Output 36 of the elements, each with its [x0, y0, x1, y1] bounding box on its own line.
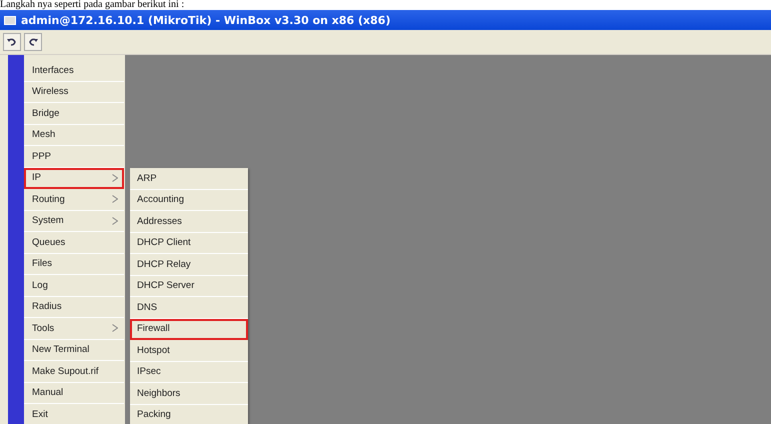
menu-item[interactable]: Exit — [24, 404, 124, 424]
menu-item[interactable]: Make Supout.rif — [24, 361, 124, 382]
submenu-item[interactable]: Packing — [130, 404, 248, 424]
menu-item[interactable]: Manual — [24, 382, 124, 404]
menu-item[interactable]: PPP — [24, 146, 124, 168]
menu-item[interactable]: Log — [24, 275, 124, 296]
window-title: admin@172.16.10.1 (MikroTik) - WinBox v3.30 on x86 (x86) — [21, 14, 390, 26]
submenu-item[interactable]: DHCP Server — [130, 276, 248, 297]
submenu-item[interactable]: ARP — [130, 168, 248, 190]
submenu-item[interactable]: IPsec — [130, 362, 248, 383]
menu-item[interactable]: Radius — [24, 296, 124, 318]
submenu-item[interactable]: DHCP Relay — [130, 254, 248, 276]
undo-icon — [7, 38, 17, 46]
menu-item[interactable]: Routing — [24, 189, 124, 210]
submenu-item[interactable]: Accounting — [130, 190, 248, 211]
redo-icon — [28, 38, 38, 46]
window-icon — [4, 16, 16, 24]
submenu-item[interactable]: Hotspot — [130, 340, 248, 362]
menu-item[interactable]: Bridge — [24, 103, 124, 124]
submenu-item[interactable]: DHCP Client — [130, 232, 248, 254]
menu-item[interactable]: Tools — [24, 318, 124, 340]
menu-item[interactable]: IP — [24, 168, 124, 189]
redo-button[interactable] — [24, 33, 42, 51]
menu-item[interactable]: System — [24, 210, 124, 232]
submenu-item[interactable]: Addresses — [130, 211, 248, 232]
menu-item[interactable]: Interfaces — [24, 60, 124, 82]
menu-item[interactable]: Wireless — [24, 82, 124, 103]
menu-item[interactable]: Mesh — [24, 124, 124, 146]
undo-button[interactable] — [3, 33, 21, 51]
submenu-item[interactable]: Neighbors — [130, 383, 248, 404]
submenu-item[interactable]: DNS — [130, 297, 248, 318]
caption-text: Langkah nya seperti pada gambar berikut ini : — [0, 0, 184, 10]
menu-item[interactable]: Queues — [24, 232, 124, 254]
submenu-item[interactable]: Firewall — [130, 318, 248, 340]
menu-item[interactable]: New Terminal — [24, 340, 124, 361]
menu-item[interactable]: Files — [24, 254, 124, 275]
